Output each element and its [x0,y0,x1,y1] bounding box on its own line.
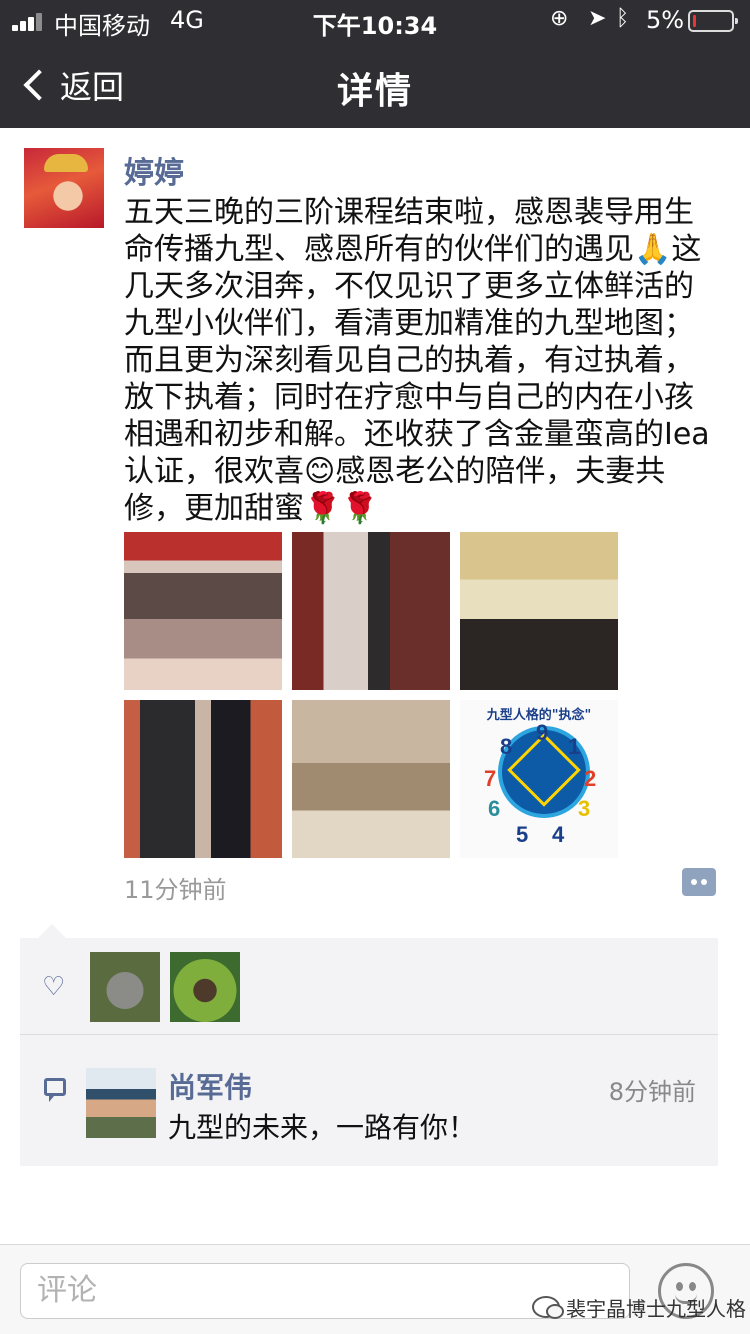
comment-time: 8分钟前 [608,1078,696,1106]
liker-avatar[interactable] [90,952,160,1022]
battery-percent: 5% [646,6,685,34]
photo-enneagram-chart[interactable]: 九型人格的"执念" 9 1 2 3 4 5 6 7 8 [460,700,618,858]
enneagram-number: 3 [578,796,591,821]
watermark: 裴宇晶博士九型人格 [532,1290,746,1324]
status-bar: 中国移动 4G 下午10:34 ⊕ ➤ ᛒ 5% [0,0,750,40]
status-icons: ⊕ ➤ ᛒ [550,6,640,36]
enneagram-number: 8 [500,734,513,759]
more-actions-button[interactable] [682,868,716,896]
comment-icon [44,1078,66,1102]
enneagram-number: 5 [516,822,529,847]
enneagram-number: 6 [488,796,501,821]
enneagram-number: 7 [484,766,497,791]
post-time: 11分钟前 [124,876,227,904]
photo-group[interactable] [124,532,282,690]
page-title: 详情 [336,71,413,112]
post-text: 五天三晚的三阶课程结束啦，感恩裴导用生命传播九型、感恩所有的伙伴们的遇见🙏这几天… [124,195,710,526]
commenter-avatar[interactable] [86,1068,156,1138]
photo-grid: 九型人格的"执念" 9 1 2 3 4 5 6 7 8 [124,532,618,858]
enneagram-number: 1 [568,734,581,759]
rotation-lock-icon: ⊕ [550,6,569,31]
photo-couple-standing[interactable] [124,700,282,858]
bluetooth-icon: ᛒ [616,6,630,31]
location-icon: ➤ [588,6,607,31]
photo-couple[interactable] [292,532,450,690]
enneagram-number: 9 [536,720,549,745]
author-avatar[interactable] [24,148,104,228]
commenter-name[interactable]: 尚军伟 [168,1066,252,1106]
comment-text[interactable]: 九型的未来，一路有你！ [168,1106,476,1146]
watermark-text: 裴宇晶博士九型人格 [566,1296,746,1321]
enneagram-number: 2 [584,766,597,791]
photo-certificate[interactable] [460,532,618,690]
top-bar: 中国移动 4G 下午10:34 ⊕ ➤ ᛒ 5% 返回 详情 [0,0,750,128]
wechat-icon [532,1296,564,1319]
author-name[interactable]: 婷婷 [124,148,184,192]
divider [20,1034,718,1035]
battery-icon [688,10,738,32]
liker-avatar[interactable] [170,952,240,1022]
heart-icon: ♡ [42,972,66,1002]
interaction-panel: ♡ 尚军伟 8分钟前 九型的未来，一路有你！ [20,924,718,1166]
enneagram-number: 4 [552,822,565,847]
photo-hug[interactable] [292,700,450,858]
